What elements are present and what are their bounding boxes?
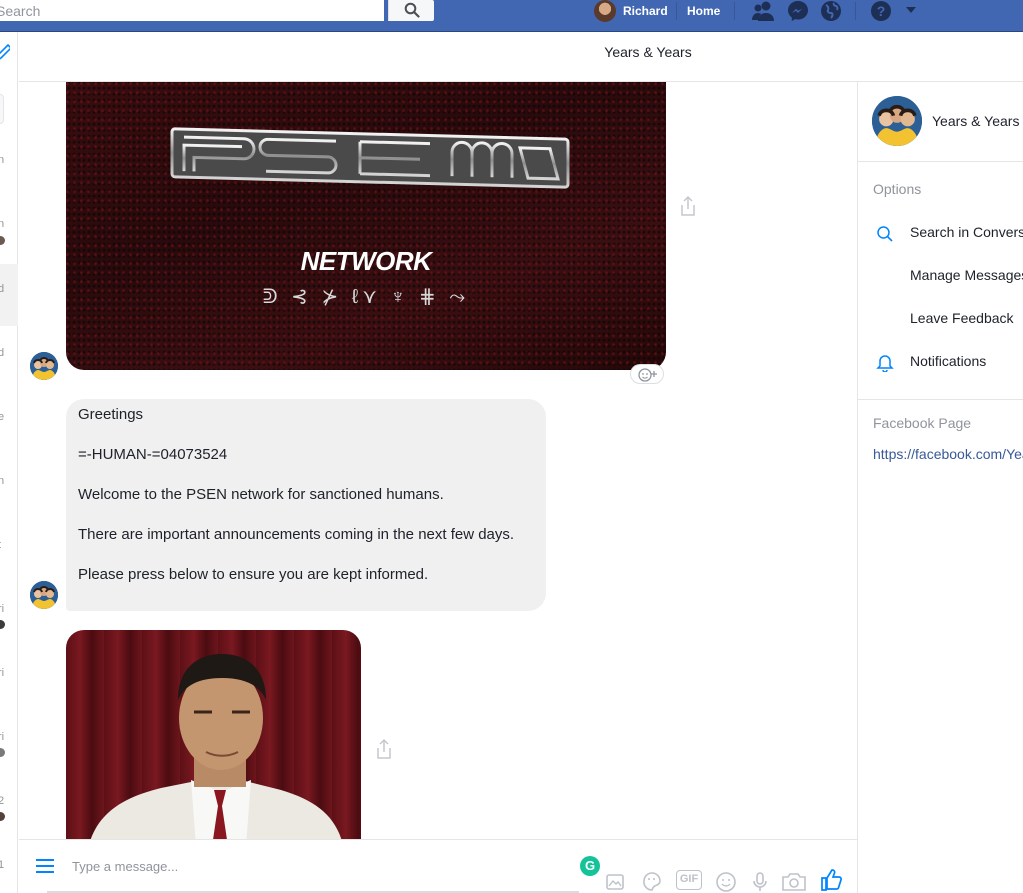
contact-avatar[interactable] [872,96,922,146]
options-heading: Options [873,181,922,197]
globe-icon[interactable] [820,0,842,22]
message-paragraph: Welcome to the PSEN network for sanction… [78,486,444,503]
conversation-avatar [0,620,5,629]
band-avatar-image [872,96,922,146]
conversation-item[interactable]: e [0,411,4,423]
message-input[interactable]: Type a message... [72,859,178,874]
like-icon[interactable] [819,868,843,892]
conversation-list: n n d d e n t ri ri ri 2 1 [0,32,18,893]
help-icon[interactable]: ? [870,0,892,22]
conversation-item[interactable]: n [0,154,4,166]
bell-icon [876,355,894,372]
conversation-item[interactable]: 1 [0,859,4,871]
contact-header: Years & Years [858,82,1023,162]
conversation-title[interactable]: Years & Years [19,44,1023,60]
search-placeholder: Search [0,3,41,19]
psen-logo-graphic [170,127,570,189]
profile-link[interactable]: Richard [623,4,668,18]
share-icon[interactable] [375,738,393,760]
message-thread: NETWORK ᕲ ⊰ ⊁ ℓ⋎ ♆ ⋕ ⤳ Greetings =-HUMAN… [19,82,857,839]
manage-messages-option[interactable]: Manage Messages [910,267,1023,283]
glyph-text: ᕲ ⊰ ⊁ ℓ⋎ ♆ ⋕ ⤳ [262,286,470,308]
dropdown-arrow-icon[interactable] [905,5,917,15]
microphone-icon[interactable] [751,870,769,892]
gif-icon[interactable]: GIF [676,870,702,890]
conversation-item[interactable]: t [0,539,1,551]
search-icon [877,226,893,242]
conversation-avatar [0,236,5,245]
add-reaction-button[interactable] [630,364,664,384]
svg-text:?: ? [877,3,886,19]
conversation-item[interactable]: n [0,218,4,230]
conversation-item[interactable]: ri [0,667,4,679]
message-paragraph: =-HUMAN-=04073524 [78,446,228,463]
home-link[interactable]: Home [687,4,720,18]
nav-divider [676,2,677,20]
nav-divider [734,2,735,20]
message-paragraph: There are important announcements coming… [78,526,515,543]
conversation-item[interactable]: n [0,475,4,487]
conversation-item[interactable]: d [0,347,4,359]
network-wordmark: NETWORK [300,246,432,276]
smile-plus-icon [638,368,657,382]
conversation-avatar [0,812,5,821]
band-avatar-image [30,581,58,609]
share-icon[interactable] [679,195,697,217]
conversation-item[interactable]: ri [0,731,4,743]
conversation-item[interactable]: 2 [0,795,4,807]
message-paragraph: Greetings [78,406,144,423]
leave-feedback-option[interactable]: Leave Feedback [910,310,1014,326]
menu-icon[interactable] [35,858,55,874]
search-input[interactable]: Search [0,0,384,21]
nav-divider [855,2,856,20]
notifications-option[interactable]: Notifications [910,353,986,369]
friends-icon[interactable] [751,0,775,22]
band-avatar-image [30,352,58,380]
search-button[interactable] [388,0,434,21]
man-portrait-image [90,654,342,839]
search-icon [404,2,420,18]
sticker-icon[interactable] [641,870,663,892]
facebook-page-heading: Facebook Page [873,415,972,431]
sender-avatar[interactable] [30,581,58,609]
search-messenger-field[interactable] [0,94,4,124]
message-bubble[interactable]: Greetings =-HUMAN-=04073524 Welcome to t… [66,399,546,611]
sender-avatar[interactable] [30,352,58,380]
network-image-attachment[interactable]: NETWORK ᕲ ⊰ ⊁ ℓ⋎ ♆ ⋕ ⤳ [66,82,666,370]
video-gif-attachment[interactable] [66,630,361,839]
section-divider [858,399,1023,400]
facebook-page-link[interactable]: https://facebook.com/YearsAndYears [873,446,1023,462]
conversation-avatar [0,748,5,757]
image-icon[interactable] [604,870,626,892]
messenger-icon[interactable] [787,0,809,22]
compose-icon[interactable] [0,41,10,63]
selected-conversation[interactable] [0,264,18,326]
message-paragraph: Please press below to ensure you are kep… [78,566,429,583]
camera-icon[interactable] [781,870,807,892]
conversation-item[interactable]: d [0,283,4,295]
conversation-details-panel: Years & Years Options Search in Conversa… [857,82,1023,893]
message-composer: Type a message... G GIF [19,839,857,893]
conversation-header: Years & Years [19,32,1023,82]
top-navigation-bar: Search Richard Home ? [0,0,1023,32]
conversation-item[interactable]: ri [0,603,4,615]
grammarly-icon[interactable]: G [580,856,600,876]
contact-name[interactable]: Years & Years [932,113,1019,129]
search-in-conversation-option[interactable]: Search in Conversation [910,224,1023,240]
user-avatar[interactable] [594,0,616,22]
emoji-icon[interactable] [715,870,737,892]
